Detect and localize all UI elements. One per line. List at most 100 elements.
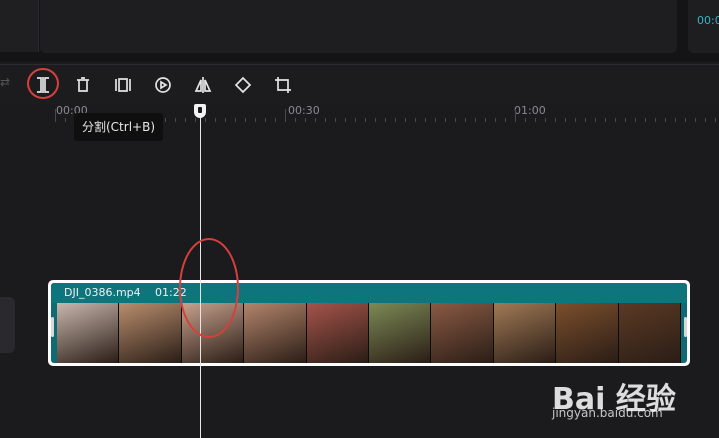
ruler-tick [515,109,516,122]
ruler-tick [565,118,566,122]
ruler-tick [365,118,366,122]
clip-left-handle[interactable] [51,317,54,337]
clip-thumbnail [57,303,120,363]
ruler-tick [695,118,696,122]
play-reverse-icon [155,77,171,93]
ruler-tick [585,118,586,122]
ruler-tick [235,118,236,122]
ruler-tick [665,118,666,122]
ruler-tick [445,118,446,122]
split-highlight-annotation [27,68,59,99]
rotate-icon [234,76,252,94]
ruler-tick [285,109,286,122]
ruler-tick [615,118,616,122]
ruler-tick [685,118,686,122]
ruler-tick [325,118,326,122]
ruler-tick [345,118,346,122]
watermark: Bai 经验 jingyan.baidu.com [552,370,712,430]
ruler-label: 00:30 [288,104,320,117]
clip-thumbnail [493,303,557,363]
playhead-handle[interactable] [194,104,206,118]
clip-thumbnail [618,303,682,363]
trash-icon [77,77,89,92]
ruler-tick [395,118,396,122]
ruler-tick [435,118,436,122]
ruler-tick [195,118,196,122]
mirror-icon [194,77,212,93]
ruler-tick [415,118,416,122]
mirror-button[interactable] [191,73,215,97]
ruler-tick [675,118,676,122]
timeline-toolbar [0,64,719,105]
delete-button[interactable] [71,73,95,97]
playhead-highlight-annotation [179,238,239,338]
freeze-button[interactable] [111,73,135,97]
ruler-tick [295,118,296,122]
ruler-tick [425,118,426,122]
ruler-tick [265,118,266,122]
clip-body: DJI_0386.mp4 01:22 [51,283,687,363]
clip-header: DJI_0386.mp4 01:22 [51,283,687,303]
ruler-tick [65,118,66,122]
split-tooltip: 分割(Ctrl+B) [74,113,164,141]
ruler-tick [625,118,626,122]
ruler-tick [545,118,546,122]
ruler-tick [645,118,646,122]
ruler-tick [255,118,256,122]
ruler-tick [705,118,706,122]
clip-thumbnail [119,303,182,363]
ruler-tick [595,118,596,122]
ruler-tick [315,118,316,122]
ruler-tick [655,118,656,122]
collapse-icon[interactable]: ⇄ [0,75,12,91]
ruler-tick [375,118,376,122]
ruler-tick [335,118,336,122]
ruler-tick [475,118,476,122]
ruler-tick [185,118,186,122]
ruler-tick [635,118,636,122]
crop-icon [275,77,291,93]
crop-button[interactable] [271,73,295,97]
track-control[interactable] [0,297,15,353]
ruler-tick [455,118,456,122]
ruler-tick [405,118,406,122]
watermark-url: jingyan.baidu.com [552,406,663,420]
reverse-button[interactable] [151,73,175,97]
ruler-tick [525,118,526,122]
ruler-tick [575,118,576,122]
ruler-tick [555,118,556,122]
clip-right-handle[interactable] [684,317,687,337]
video-clip[interactable]: DJI_0386.mp4 01:22 [48,280,690,366]
ruler-label: 01:00 [514,104,546,117]
ruler-tick [55,109,56,122]
ruler-tick [535,118,536,122]
rotate-button[interactable] [231,73,255,97]
player-panel [40,0,677,53]
clip-thumbnail [244,303,307,363]
ruler-tick [385,118,386,122]
media-panel [0,0,39,52]
clip-thumbnail [306,303,370,363]
clip-filename: DJI_0386.mp4 [64,286,141,299]
clip-thumbnail [556,303,619,363]
ruler-tick [495,118,496,122]
clip-thumbnails [57,303,682,363]
clip-thumbnail [369,303,432,363]
clip-thumbnail [431,303,494,363]
timecode: 00:0 [697,14,719,27]
ruler-tick [465,118,466,122]
ruler-tick [245,118,246,122]
ruler-tick [215,118,216,122]
ruler-tick [275,118,276,122]
ruler-tick [165,118,166,122]
ruler-tick [715,118,716,122]
ruler-tick [605,118,606,122]
ruler-tick [305,118,306,122]
ruler-tick [205,118,206,122]
ruler-tick [355,118,356,122]
freeze-frame-icon [115,78,131,92]
ruler-tick [485,118,486,122]
ruler-tick [225,118,226,122]
ruler-tick [175,118,176,122]
ruler-tick [505,118,506,122]
